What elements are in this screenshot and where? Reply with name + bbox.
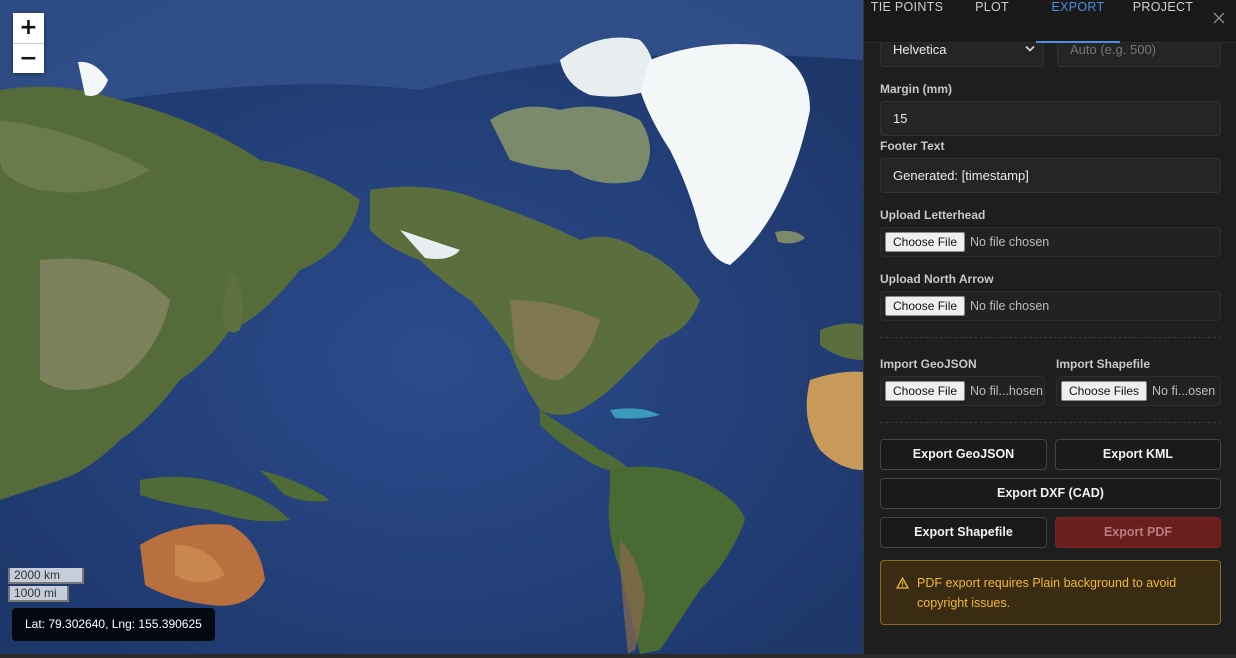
letterhead-file-input: Choose File No file chosen	[880, 227, 1221, 257]
scale-bar-km: 2000 km	[8, 568, 84, 584]
satellite-map[interactable]: + − 2000 km 1000 mi Lat: 79.302640, Lng:…	[0, 0, 863, 654]
tab-bar: TIE POINTS PLOT EXPORT PROJECT	[864, 0, 1236, 43]
import-shapefile-choose-files-button[interactable]: Choose Files	[1061, 381, 1148, 401]
tab-plot[interactable]: PLOT	[950, 0, 1034, 43]
app-window: + − 2000 km 1000 mi Lat: 79.302640, Lng:…	[0, 0, 1236, 658]
import-geojson-choose-file-button[interactable]: Choose File	[885, 381, 966, 401]
font-select-value: Helvetica	[893, 42, 947, 57]
scale-bar-mi: 1000 mi	[8, 586, 69, 602]
tab-tie-points[interactable]: TIE POINTS	[864, 0, 950, 43]
margin-label: Margin (mm)	[880, 82, 952, 96]
font-size-placeholder: Auto (e.g. 500)	[1070, 42, 1156, 57]
side-panel: TIE POINTS PLOT EXPORT PROJECT Helvetica…	[863, 0, 1236, 654]
footer-text-input[interactable]: Generated: [timestamp]	[880, 158, 1221, 193]
export-kml-button[interactable]: Export KML	[1055, 439, 1221, 470]
north-arrow-file-status: No file chosen	[970, 299, 1050, 313]
map-imagery	[0, 0, 863, 654]
tab-export[interactable]: EXPORT	[1036, 0, 1120, 43]
zoom-out-button[interactable]: −	[13, 43, 44, 73]
import-shapefile-label: Import Shapefile	[1056, 357, 1151, 371]
close-icon[interactable]	[1211, 10, 1227, 26]
import-geojson-label: Import GeoJSON	[880, 357, 977, 371]
section-divider	[880, 422, 1221, 423]
margin-input[interactable]: 15	[880, 101, 1221, 136]
north-arrow-choose-file-button[interactable]: Choose File	[885, 296, 966, 316]
zoom-in-button[interactable]: +	[13, 13, 44, 43]
north-arrow-file-input: Choose File No file chosen	[880, 291, 1221, 321]
export-dxf-button[interactable]: Export DXF (CAD)	[880, 478, 1221, 509]
letterhead-choose-file-button[interactable]: Choose File	[885, 232, 966, 252]
coordinate-readout: Lat: 79.302640, Lng: 155.390625	[12, 608, 215, 641]
export-shapefile-button[interactable]: Export Shapefile	[880, 517, 1047, 548]
pdf-warning-text: PDF export requires Plain background to …	[917, 576, 1177, 610]
letterhead-file-status: No file chosen	[970, 235, 1050, 249]
north-arrow-label: Upload North Arrow	[880, 272, 994, 286]
export-geojson-button[interactable]: Export GeoJSON	[880, 439, 1047, 470]
tab-project[interactable]: PROJECT	[1120, 0, 1206, 43]
import-shapefile-file-status: No fi...osen	[1152, 384, 1216, 398]
warning-icon	[896, 577, 909, 589]
import-shapefile-file-input: Choose Files No fi...osen	[1056, 376, 1221, 406]
window-bottom-edge	[0, 654, 1236, 658]
chevron-down-icon	[1025, 45, 1035, 52]
footer-text-label: Footer Text	[880, 139, 945, 153]
section-divider	[880, 337, 1221, 338]
import-geojson-file-input: Choose File No fil...hosen	[880, 376, 1045, 406]
pdf-warning-banner: PDF export requires Plain background to …	[880, 560, 1221, 625]
import-geojson-file-status: No fil...hosen	[970, 384, 1043, 398]
letterhead-label: Upload Letterhead	[880, 208, 986, 222]
zoom-control: + −	[13, 13, 44, 73]
export-pdf-button[interactable]: Export PDF	[1055, 517, 1221, 548]
